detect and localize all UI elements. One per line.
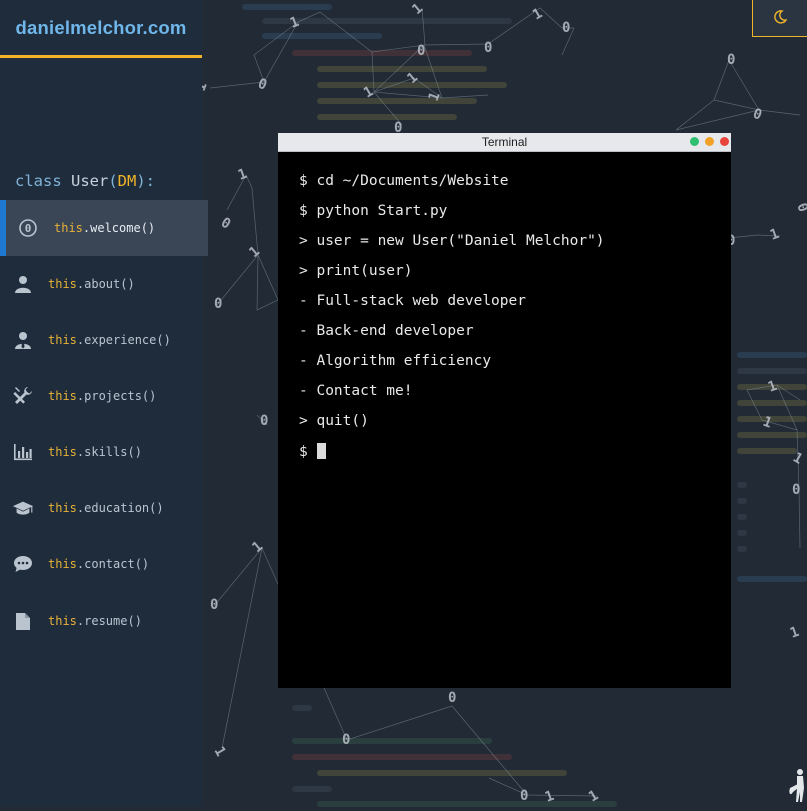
svg-text:0: 0 bbox=[417, 43, 425, 59]
svg-text:0: 0 bbox=[562, 20, 570, 36]
svg-text:1: 1 bbox=[249, 538, 266, 556]
svg-text:1: 1 bbox=[788, 624, 801, 642]
terminal-titlebar[interactable]: Terminal bbox=[278, 133, 731, 152]
nav-item-education[interactable]: this.education() bbox=[0, 480, 202, 536]
terminal-line: $ cd ~/Documents/Website bbox=[299, 173, 509, 189]
svg-text:0: 0 bbox=[25, 222, 32, 235]
terminal-line: - Contact me! bbox=[299, 383, 413, 399]
svg-text:1: 1 bbox=[246, 243, 263, 261]
svg-text:0: 0 bbox=[484, 40, 492, 56]
svg-text:0: 0 bbox=[210, 597, 218, 613]
terminal-prompt-line[interactable]: $ bbox=[299, 443, 605, 473]
svg-text:1: 1 bbox=[236, 166, 249, 184]
nav-item-experience[interactable]: this.experience() bbox=[0, 312, 202, 368]
svg-text:0: 0 bbox=[218, 215, 233, 233]
svg-text:0: 0 bbox=[793, 201, 807, 214]
nav-item-skills[interactable]: this.skills() bbox=[0, 424, 202, 480]
svg-text:1: 1 bbox=[202, 80, 211, 93]
svg-text:0: 0 bbox=[520, 788, 528, 804]
maximize-button[interactable] bbox=[690, 137, 699, 146]
nav-label: this.education() bbox=[48, 501, 164, 515]
site-brand-title[interactable]: danielmelchor.com bbox=[16, 17, 187, 39]
nav-item-resume[interactable]: this.resume() bbox=[0, 593, 202, 649]
terminal-prompt: $ bbox=[299, 444, 317, 460]
svg-text:1: 1 bbox=[409, 0, 426, 18]
terminal-title: Terminal bbox=[481, 135, 528, 149]
terminal-line: $ python Start.py bbox=[299, 203, 448, 219]
guitar-player-figure bbox=[788, 766, 807, 811]
bar-chart-icon bbox=[12, 441, 34, 463]
svg-text:0: 0 bbox=[260, 413, 268, 429]
svg-text:0: 0 bbox=[256, 76, 269, 94]
close-button[interactable] bbox=[720, 137, 729, 146]
minimize-button[interactable] bbox=[705, 137, 714, 146]
nav-label: this.resume() bbox=[48, 614, 142, 628]
graduation-cap-icon bbox=[12, 497, 34, 519]
nav-label: this.contact() bbox=[48, 557, 150, 571]
svg-text:0: 0 bbox=[792, 482, 800, 498]
user-tie-icon bbox=[12, 329, 34, 351]
nav-label: this.about() bbox=[48, 277, 135, 291]
terminal-output: $ cd ~/Documents/Website $ python Start.… bbox=[299, 173, 605, 473]
welcome-icon: 0 bbox=[17, 217, 39, 239]
terminal-line: - Full-stack web developer bbox=[299, 293, 526, 309]
sidebar: danielmelchor.com class User(DM): 0 this… bbox=[0, 0, 208, 807]
terminal-line: > user = new User("Daniel Melchor") bbox=[299, 233, 605, 249]
terminal-line: - Back-end developer bbox=[299, 323, 474, 339]
nav-label: this.projects() bbox=[48, 389, 157, 403]
nav-item-welcome[interactable]: 0 this.welcome() bbox=[0, 200, 208, 256]
svg-text:1: 1 bbox=[768, 226, 781, 244]
terminal-cursor[interactable] bbox=[317, 443, 327, 459]
svg-text:1: 1 bbox=[211, 744, 229, 759]
terminal-window[interactable]: Terminal $ cd ~/Documents/Website $ pyth… bbox=[278, 133, 731, 688]
terminal-line: - Algorithm efficiency bbox=[299, 353, 492, 369]
nav-item-projects[interactable]: this.projects() bbox=[0, 368, 202, 424]
svg-text:0: 0 bbox=[214, 296, 222, 312]
tools-icon bbox=[12, 385, 34, 407]
nav-item-contact[interactable]: this.contact() bbox=[0, 536, 202, 592]
svg-text:1: 1 bbox=[530, 5, 545, 23]
nav-label: this.welcome() bbox=[54, 221, 156, 235]
document-icon bbox=[12, 610, 34, 632]
user-icon bbox=[12, 273, 34, 295]
terminal-line: > print(user) bbox=[299, 263, 413, 279]
svg-text:0: 0 bbox=[448, 690, 456, 706]
terminal-line: > quit() bbox=[299, 413, 369, 429]
nav-label: this.experience() bbox=[48, 333, 171, 347]
moon-icon bbox=[773, 9, 788, 28]
svg-text:0: 0 bbox=[727, 52, 735, 68]
nav-label: this.skills() bbox=[48, 445, 142, 459]
theme-toggle-button[interactable] bbox=[752, 0, 807, 37]
class-declaration: class User(DM): bbox=[15, 172, 156, 190]
site-brand[interactable]: danielmelchor.com bbox=[0, 0, 202, 58]
chat-icon bbox=[12, 553, 34, 575]
svg-text:0: 0 bbox=[342, 732, 350, 748]
nav-item-about[interactable]: this.about() bbox=[0, 256, 202, 312]
